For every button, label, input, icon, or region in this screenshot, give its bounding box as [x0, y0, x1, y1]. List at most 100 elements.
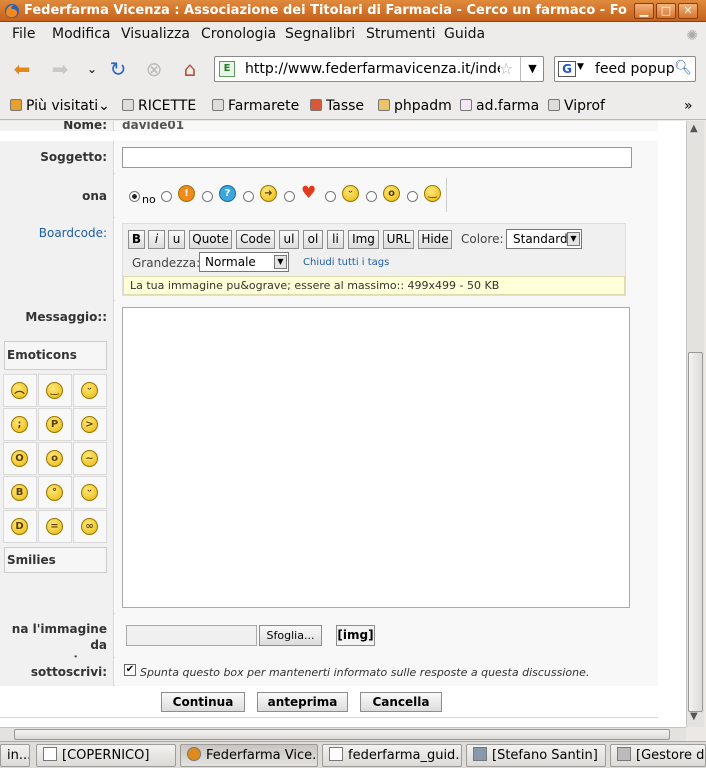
smilies-link[interactable]: Smilies — [4, 547, 107, 573]
ol-button[interactable]: ol — [303, 230, 323, 249]
img-button[interactable]: Img — [348, 230, 379, 249]
underline-button[interactable]: u — [168, 230, 185, 249]
boardcode-label[interactable]: Boardcode: — [0, 218, 114, 301]
search-bar[interactable]: G ▼ feed popup 🔍︎ — [554, 56, 696, 82]
home-icon[interactable]: ⌂ — [176, 56, 204, 82]
icon-radio-warning[interactable] — [161, 191, 172, 202]
emoticon-laugh[interactable]: D — [3, 510, 37, 543]
vertical-scroll-thumb[interactable] — [688, 352, 703, 712]
emoticon-angry[interactable]: > — [73, 408, 107, 441]
icon-radio-heart[interactable] — [284, 191, 295, 202]
grandezza-select[interactable]: Normale ▼ — [199, 252, 289, 272]
emoticon-blush[interactable]: ᵕ — [73, 476, 107, 509]
icon-radio-grin[interactable] — [325, 191, 336, 202]
google-engine-icon[interactable]: G — [558, 61, 576, 77]
bookmark-viprof[interactable]: Viprof — [548, 98, 605, 114]
hide-button[interactable]: Hide — [418, 230, 452, 249]
bookmark-piu-visitati[interactable]: Più visitati⌄ — [10, 98, 110, 114]
nome-value: davide01 — [122, 121, 185, 132]
site-favicon-icon: E — [219, 61, 235, 77]
bookmark-farmarete[interactable]: Farmarete — [212, 98, 299, 114]
bookmark-ricette[interactable]: RICETTE — [122, 98, 196, 114]
emoticon-wink[interactable]: ; — [3, 408, 37, 441]
continua-button[interactable]: Continua — [161, 692, 245, 712]
search-query[interactable]: feed popup — [595, 61, 675, 77]
bookmark-phpadm[interactable]: phpadm — [378, 98, 452, 114]
question-icon: ? — [219, 185, 236, 202]
close-button[interactable]: ✕ — [678, 3, 698, 19]
bookmarks-toolbar: Più visitati⌄ RICETTE Farmarete Tasse ph… — [0, 92, 706, 120]
emoticon-cool[interactable]: B — [3, 476, 37, 509]
url-button[interactable]: URL — [383, 230, 414, 249]
bookmarks-overflow-icon[interactable]: » — [684, 98, 693, 114]
bookmark-ad-farma[interactable]: ad.farma — [460, 98, 539, 114]
stop-icon[interactable]: ⊗ — [140, 56, 168, 82]
icon-radio-arrow[interactable] — [243, 191, 254, 202]
task-copernico[interactable]: [COPERNICO] — [36, 744, 176, 767]
menu-file[interactable]: File — [12, 26, 35, 42]
address-bar[interactable]: E http://www.federfarmavicenza.it/index.… — [214, 56, 544, 82]
icon-radio-surprised[interactable] — [366, 191, 377, 202]
task-item-0[interactable]: in... — [0, 744, 30, 767]
task-gestore[interactable]: [Gestore di p — [610, 744, 706, 767]
sfoglia-button[interactable]: Sfoglia... — [259, 625, 322, 646]
messaggio-textarea[interactable] — [122, 307, 630, 608]
task-federfarma-guid[interactable]: federfarma_guid... — [322, 744, 462, 767]
code-button[interactable]: Code — [236, 230, 275, 249]
icon-radio-question[interactable] — [202, 191, 213, 202]
ul-button[interactable]: ul — [279, 230, 299, 249]
bold-button[interactable]: B — [128, 230, 145, 249]
file-path-input[interactable] — [126, 625, 257, 646]
img-tag-button[interactable]: [img] — [336, 625, 375, 646]
emoticon-tongue[interactable]: P — [38, 408, 72, 441]
emoticon-neutral[interactable]: = — [38, 510, 72, 543]
italic-button[interactable]: i — [148, 230, 165, 249]
cancella-button[interactable]: Cancella — [360, 692, 442, 712]
anteprima-button[interactable]: anteprima — [257, 692, 348, 712]
scroll-up-icon[interactable]: ▲ — [690, 123, 698, 134]
colore-select[interactable]: Standard ▼ — [506, 229, 582, 249]
maximize-button[interactable]: □ — [656, 3, 676, 19]
url-dropdown-icon[interactable]: ▼ — [520, 57, 544, 81]
horizontal-scroll-thumb[interactable] — [14, 729, 670, 740]
emoticon-smile[interactable]: ‿ — [38, 374, 72, 407]
bookmark-tasse[interactable]: Tasse — [310, 98, 364, 114]
soggetto-input[interactable] — [122, 147, 632, 168]
bookmark-star-icon[interactable]: ☆ — [499, 59, 513, 78]
reload-icon[interactable]: ↻ — [104, 56, 132, 82]
task-stefano-santin[interactable]: [Stefano Santin] — [466, 744, 606, 767]
url-text[interactable]: http://www.federfarmavicenza.it/index.p — [245, 61, 500, 77]
menu-segnalibri[interactable]: Segnalibri — [285, 26, 355, 42]
emoticon-shocked[interactable]: O — [3, 442, 37, 475]
emoticon-sad[interactable]: ︵ — [3, 374, 37, 407]
wink-smiley-icon: ; — [11, 416, 28, 433]
chiudi-tags-link[interactable]: Chiudi tutti i tags — [303, 257, 389, 268]
emoticon-confused[interactable]: ~ — [73, 442, 107, 475]
emoticon-rolleyes[interactable]: ° — [38, 476, 72, 509]
emoticon-surprised[interactable]: o — [38, 442, 72, 475]
quote-button[interactable]: Quote — [189, 230, 232, 249]
menu-modifica[interactable]: Modifica — [52, 26, 111, 42]
menu-guida[interactable]: Guida — [444, 26, 485, 42]
icon-radio-no-label: no — [142, 193, 156, 206]
vertical-scrollbar[interactable]: ▲ ▼ — [686, 121, 704, 727]
emoticon-eek[interactable]: ∞ — [73, 510, 107, 543]
firefox-icon — [5, 4, 19, 18]
icon-radio-no[interactable] — [129, 191, 140, 202]
scroll-down-icon[interactable]: ▼ — [690, 711, 698, 722]
task-federfarma[interactable]: Federfarma Vice... — [180, 744, 318, 767]
forward-arrow-icon[interactable]: ➡ — [46, 56, 74, 82]
emoticon-grin[interactable]: ᵕ — [73, 374, 107, 407]
sottoscrivi-checkbox[interactable]: ✔ — [124, 664, 136, 676]
minimize-button[interactable]: ▁ — [634, 3, 654, 19]
menu-visualizza[interactable]: Visualizza — [121, 26, 190, 42]
engine-dropdown-icon[interactable]: ▼ — [577, 62, 584, 72]
li-button[interactable]: li — [327, 230, 344, 249]
menu-strumenti[interactable]: Strumenti — [366, 26, 436, 42]
menu-cronologia[interactable]: Cronologia — [201, 26, 276, 42]
icon-radio-smile[interactable] — [407, 191, 418, 202]
back-arrow-icon[interactable]: ⬅ — [8, 56, 36, 82]
horizontal-scrollbar[interactable] — [0, 727, 686, 741]
search-icon[interactable]: 🔍︎ — [674, 60, 692, 76]
history-dropdown-icon[interactable]: ⌄ — [78, 56, 106, 82]
